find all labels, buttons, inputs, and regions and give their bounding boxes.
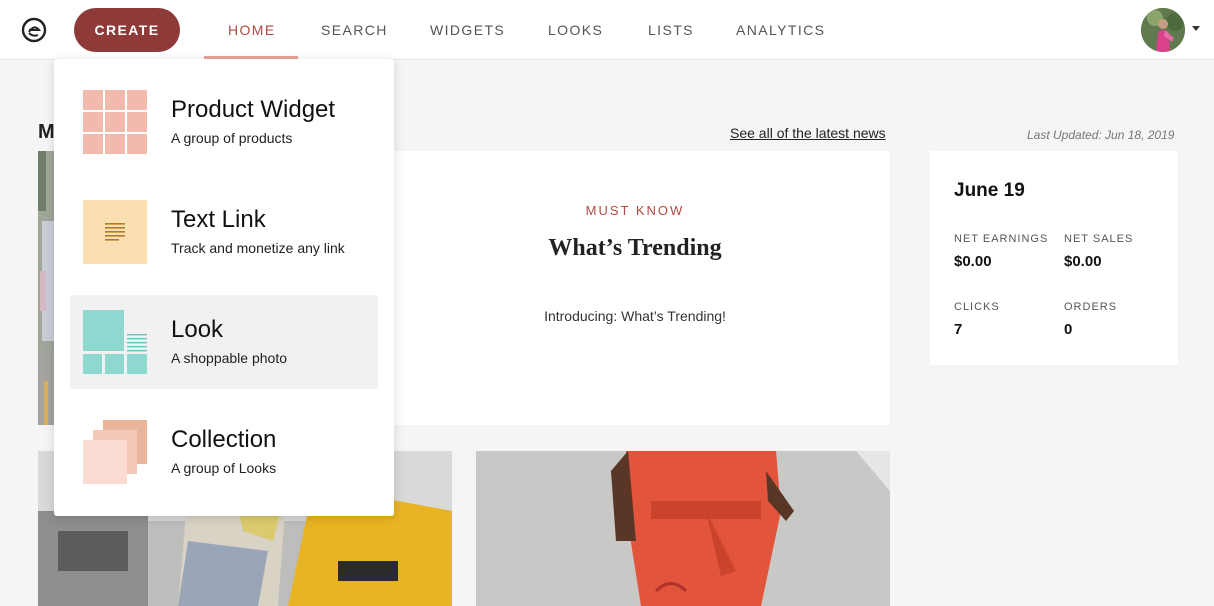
avatar[interactable] — [1141, 8, 1185, 52]
create-menu-dropdown: Product Widget A group of products Text … — [54, 59, 394, 516]
look-photo-icon — [83, 310, 147, 374]
nav-home[interactable]: HOME — [228, 0, 276, 60]
create-menu-text-link[interactable]: Text Link Track and monetize any link — [70, 185, 378, 279]
menu-item-subtitle: Track and monetize any link — [171, 240, 345, 256]
stat-label-clicks: CLICKS — [954, 301, 1000, 313]
news-title: What’s Trending — [548, 235, 722, 261]
stacked-cards-icon — [83, 420, 147, 484]
last-updated-text: Last Updated: Jun 18, 2019 — [1027, 128, 1175, 142]
nav-search[interactable]: SEARCH — [321, 0, 388, 60]
look-photo-jumpsuit[interactable] — [476, 451, 890, 606]
stat-value-net-sales: $0.00 — [1064, 253, 1102, 270]
nav-analytics[interactable]: ANALYTICS — [736, 0, 825, 60]
top-nav-bar: CREATE HOME SEARCH WIDGETS LOOKS LISTS A… — [0, 0, 1214, 60]
stat-label-net-earnings: NET EARNINGS — [954, 233, 1049, 245]
menu-item-title: Look — [171, 316, 224, 343]
stat-label-net-sales: NET SALES — [1064, 233, 1134, 245]
section-title: M — [38, 121, 55, 143]
menu-item-title: Text Link — [171, 206, 266, 233]
collective-voice-logo-icon[interactable] — [20, 14, 48, 44]
stat-label-orders: ORDERS — [1064, 301, 1118, 313]
text-lines-icon — [83, 200, 147, 264]
menu-item-subtitle: A group of Looks — [171, 460, 277, 476]
menu-item-subtitle: A group of products — [171, 130, 293, 146]
photo-content — [476, 451, 890, 606]
earnings-stats-card: June 19 NET EARNINGS $0.00 NET SALES $0.… — [930, 151, 1178, 365]
nav-widgets[interactable]: WIDGETS — [430, 0, 505, 60]
stats-date: June 19 — [954, 180, 1025, 201]
create-menu-look[interactable]: Look A shoppable photo — [70, 295, 378, 389]
nav-looks[interactable]: LOOKS — [548, 0, 603, 60]
nav-lists[interactable]: LISTS — [648, 0, 694, 60]
news-card[interactable]: MUST KNOW What’s Trending Introducing: W… — [380, 151, 890, 425]
news-eyebrow: MUST KNOW — [585, 203, 685, 218]
stat-value-clicks: 7 — [954, 321, 963, 338]
menu-item-subtitle: A shoppable photo — [171, 350, 287, 366]
stat-value-net-earnings: $0.00 — [954, 253, 992, 270]
avatar-photo — [1141, 8, 1185, 52]
menu-item-title: Product Widget — [171, 96, 336, 123]
news-description: Introducing: What’s Trending! — [544, 308, 726, 324]
menu-item-title: Collection — [171, 426, 277, 453]
create-menu-collection[interactable]: Collection A group of Looks — [70, 405, 378, 499]
create-button[interactable]: CREATE — [74, 8, 180, 52]
product-grid-icon — [83, 90, 147, 154]
create-menu-product-widget[interactable]: Product Widget A group of products — [70, 75, 378, 169]
account-caret-icon[interactable] — [1192, 26, 1200, 31]
see-all-news-link[interactable]: See all of the latest news — [730, 125, 886, 141]
stat-value-orders: 0 — [1064, 321, 1073, 338]
